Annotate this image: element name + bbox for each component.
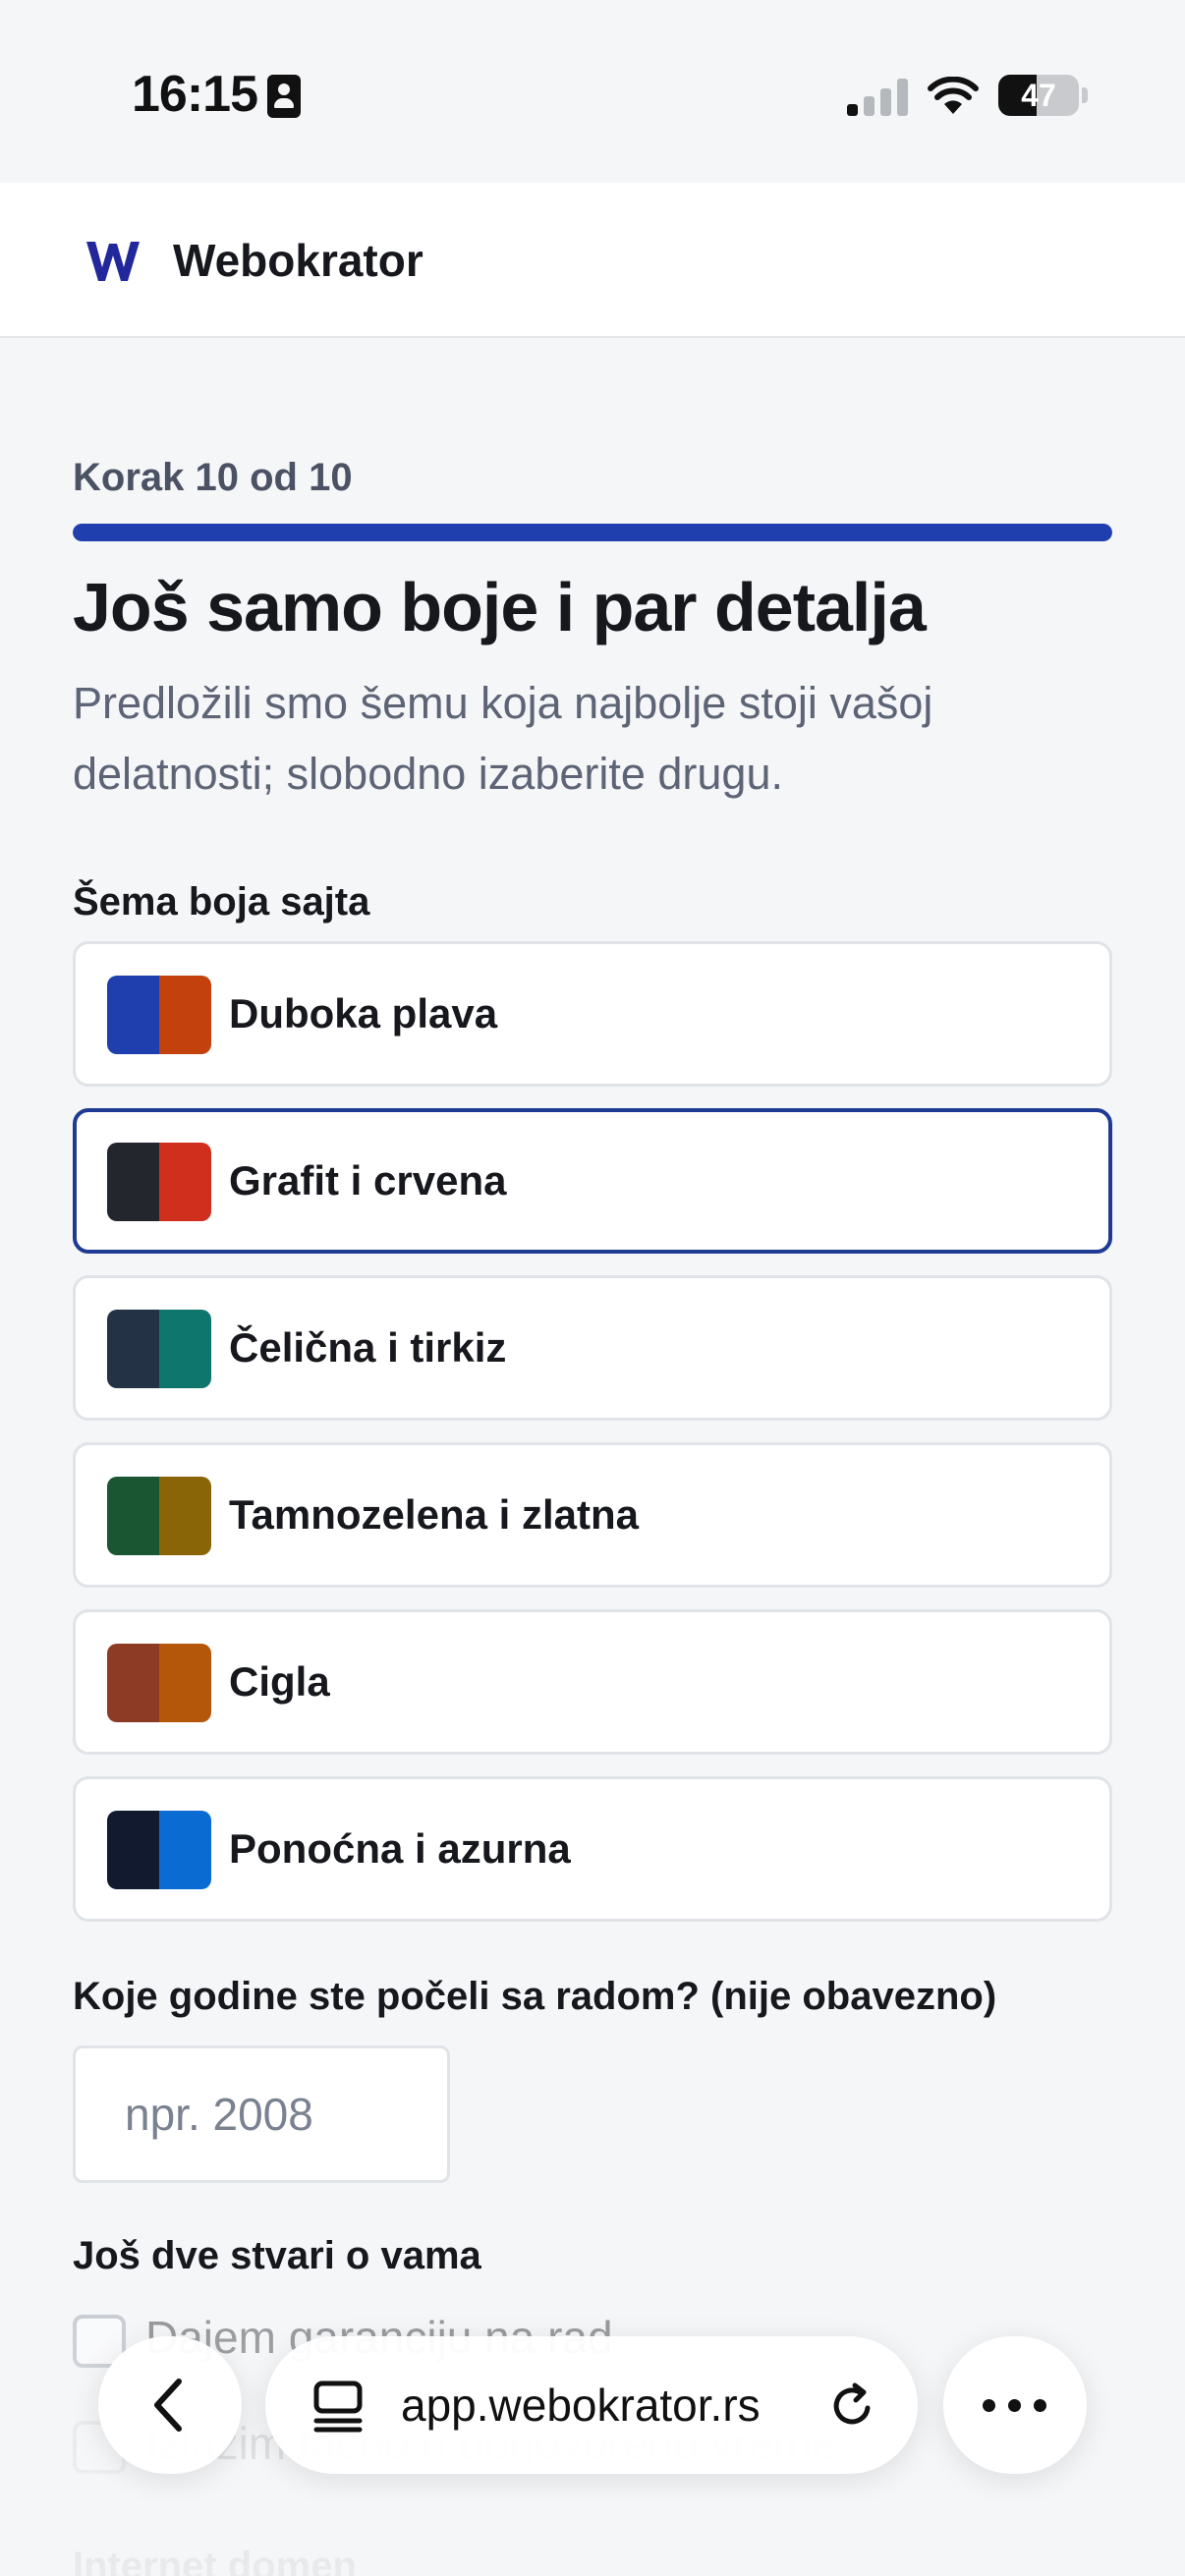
swatch-secondary: [159, 1310, 211, 1388]
swatch-primary: [107, 1310, 159, 1388]
swatch-secondary: [159, 1143, 211, 1221]
color-scheme-name: Cigla: [229, 1658, 330, 1705]
color-scheme-name: Grafit i crvena: [229, 1157, 507, 1204]
swatch-secondary: [159, 976, 211, 1054]
page-subtitle: Predložili smo šemu koja najbolje stoji …: [73, 678, 933, 799]
extras-label: Još dve stvari o vama: [73, 2234, 481, 2277]
color-swatch: [107, 1143, 211, 1221]
start-year-input[interactable]: [73, 2045, 450, 2183]
color-scheme-option[interactable]: Čelična i tirkiz: [73, 1275, 1112, 1421]
swatch-secondary: [159, 1477, 211, 1555]
color-scheme-list: Duboka plava Grafit i crvena Čelična i t…: [73, 941, 1112, 1943]
color-scheme-name: Duboka plava: [229, 990, 498, 1036]
progress-bar: [73, 524, 1112, 541]
reload-icon[interactable]: [827, 2381, 876, 2431]
color-scheme-option[interactable]: Ponoćna i azurna: [73, 1776, 1112, 1922]
wifi-icon: [928, 77, 979, 114]
browser-more-button[interactable]: [943, 2336, 1087, 2474]
color-swatch: [107, 1811, 211, 1889]
swatch-primary: [107, 1811, 159, 1889]
color-swatch: [107, 1310, 211, 1388]
id-card-icon: [267, 75, 301, 118]
color-swatch: [107, 1644, 211, 1722]
color-swatch: [107, 1477, 211, 1555]
browser-address-bar[interactable]: app.webokrator.rs: [265, 2336, 918, 2474]
battery-tip: [1082, 87, 1088, 103]
color-swatch: [107, 976, 211, 1054]
color-scheme-name: Čelična i tirkiz: [229, 1324, 507, 1371]
color-scheme-option[interactable]: Duboka plava: [73, 941, 1112, 1087]
swatch-secondary: [159, 1811, 211, 1889]
webokrator-logo-icon[interactable]: [85, 238, 141, 285]
cellular-signal-icon: [847, 77, 908, 116]
battery-icon: 47: [998, 75, 1079, 116]
app-header: Webokrator: [0, 183, 1185, 338]
status-bar: 16:15 47: [0, 0, 1185, 183]
color-scheme-option[interactable]: Cigla: [73, 1609, 1112, 1755]
swatch-primary: [107, 976, 159, 1054]
status-time: 16:15: [132, 66, 258, 123]
swatch-secondary: [159, 1644, 211, 1722]
battery-level-text: 47: [1021, 78, 1056, 113]
domain-section-label: Internet domen: [73, 2545, 357, 2576]
chevron-left-icon: [154, 2379, 182, 2432]
browser-back-button[interactable]: [98, 2336, 242, 2474]
brand-name[interactable]: Webokrator: [173, 234, 423, 287]
color-scheme-option[interactable]: Grafit i crvena: [73, 1108, 1112, 1254]
progress-fill: [73, 524, 1112, 541]
step-label: Korak 10 od 10: [73, 456, 353, 499]
swatch-primary: [107, 1143, 159, 1221]
start-year-label: Koje godine ste počeli sa radom? (nije o…: [73, 1975, 997, 2018]
color-scheme-name: Tamnozelena i zlatna: [229, 1491, 639, 1538]
url-text[interactable]: app.webokrator.rs: [401, 2336, 761, 2474]
color-scheme-label: Šema boja sajta: [73, 880, 370, 924]
page-title: Još samo boje i par detalja: [73, 569, 927, 645]
color-scheme-name: Ponoćna i azurna: [229, 1825, 571, 1872]
color-scheme-option[interactable]: Tamnozelena i zlatna: [73, 1442, 1112, 1588]
more-icon: [981, 2393, 1049, 2417]
tabs-icon: [313, 2380, 363, 2433]
swatch-primary: [107, 1644, 159, 1722]
swatch-primary: [107, 1477, 159, 1555]
